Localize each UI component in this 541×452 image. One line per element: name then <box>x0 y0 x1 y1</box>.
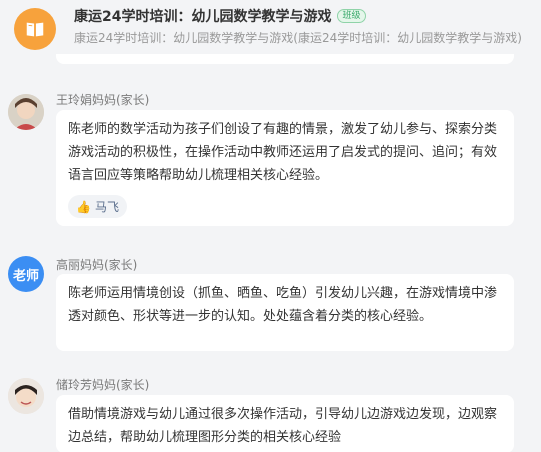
comment-bubble: 陈老师的数学活动为孩子们创设了有趣的情景，激发了幼儿参与、探索分类游戏活动的积极… <box>56 110 514 226</box>
like-user: 马飞 <box>94 200 119 214</box>
avatar[interactable] <box>8 94 44 130</box>
book-icon <box>14 8 56 50</box>
comment-text: 陈老师的数学活动为孩子们创设了有趣的情景，激发了幼儿参与、探索分类游戏活动的积极… <box>68 122 498 183</box>
comment-bubble: 陈老师运用情境创设（抓鱼、晒鱼、吃鱼）引发幼儿兴趣，在游戏情境中渗透对颜色、形状… <box>56 274 514 351</box>
thumbs-up-icon: 👍 <box>76 199 91 214</box>
avatar[interactable]: 老师 <box>8 256 44 292</box>
course-title-text: 康运24学时培训：幼儿园数学教学与游戏 <box>74 9 332 25</box>
comment-text: 陈老师运用情境创设（抓鱼、晒鱼、吃鱼）引发幼儿兴趣，在游戏情境中渗透对颜色、形状… <box>68 286 498 324</box>
course-title[interactable]: 康运24学时培训：幼儿园数学教学与游戏 班级 <box>74 6 366 26</box>
avatar[interactable] <box>8 378 44 414</box>
comment-username: 高丽妈妈(家长) <box>56 258 138 272</box>
comment-bubble: 借助情境游戏与幼儿通过很多次操作活动，引导幼儿边游戏边发现，边观察边总结，帮助幼… <box>56 395 514 452</box>
like-chip[interactable]: 👍 马飞 <box>68 195 127 218</box>
course-header: 康运24学时培训：幼儿园数学教学与游戏 班级 康运24学时培训：幼儿园数学教学与… <box>0 0 541 62</box>
comment-username: 储玲芳妈妈(家长) <box>56 378 150 392</box>
previous-comment-card <box>56 54 514 64</box>
class-badge: 班级 <box>337 9 366 23</box>
course-subtitle: 康运24学时培训：幼儿园数学教学与游戏(康运24学时培训：幼儿园数学教学与游戏) <box>74 31 522 45</box>
comment-username: 王玲娟妈妈(家长) <box>56 93 150 107</box>
comment-text: 借助情境游戏与幼儿通过很多次操作活动，引导幼儿边游戏边发现，边观察边总结，帮助幼… <box>68 407 498 445</box>
